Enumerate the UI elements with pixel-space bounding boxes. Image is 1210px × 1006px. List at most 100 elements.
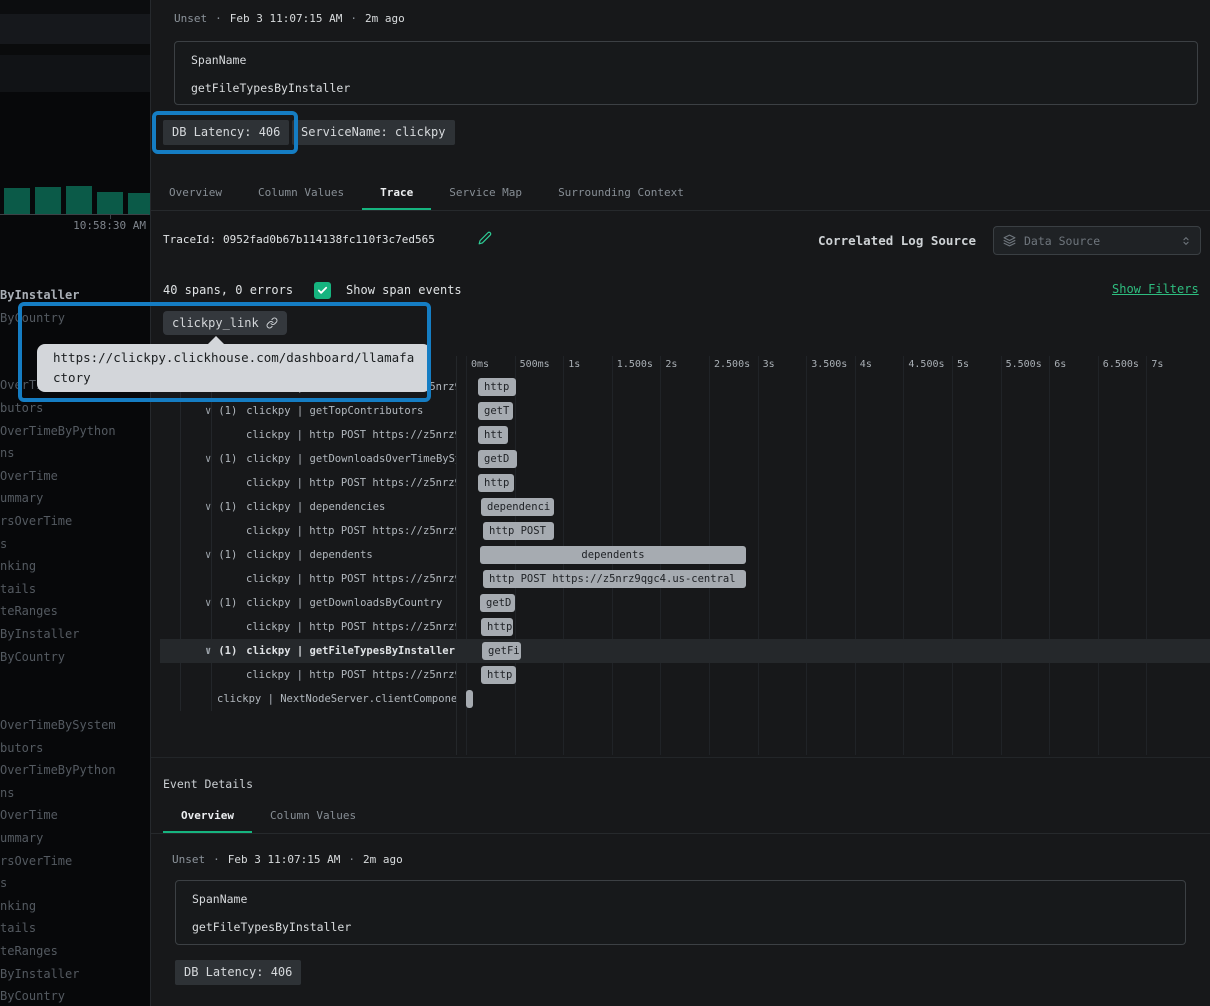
span-duration-bar[interactable]: getT: [478, 402, 513, 420]
data-source-select[interactable]: Data Source: [993, 226, 1201, 255]
sidebar-item[interactable]: rsOverTime: [0, 854, 150, 869]
span-child-count: (1): [218, 453, 237, 465]
event-tab-overview[interactable]: Overview: [163, 800, 252, 833]
service-name-badge[interactable]: ServiceName: clickpy: [292, 120, 455, 145]
chevron-down-icon[interactable]: ∨: [205, 645, 211, 657]
select-chevrons-icon: [1181, 234, 1191, 248]
span-duration-bar[interactable]: [466, 690, 473, 708]
sidebar-item[interactable]: teRanges: [0, 604, 150, 619]
sidebar-item[interactable]: nking: [0, 559, 150, 574]
sidebar-item[interactable]: butors: [0, 741, 150, 756]
sidebar-item[interactable]: OverTimeByPython: [0, 763, 150, 778]
section-divider: [151, 757, 1210, 758]
trace-span-row[interactable]: clickpy | http POST https://z5nrz9qgc4.u…: [160, 471, 456, 495]
sidebar-item[interactable]: ByCountry: [0, 989, 150, 1004]
sidebar-item[interactable]: tails: [0, 582, 150, 597]
grid-line: [1098, 356, 1099, 755]
span-duration-bar[interactable]: htt: [478, 426, 508, 444]
sidebar-item[interactable]: OverTimeByPython: [0, 424, 150, 439]
span-duration-bar[interactable]: http POST: [483, 522, 554, 540]
span-controls-row: 40 spans, 0 errors Show span events: [163, 281, 462, 299]
histogram-axis-line: [0, 214, 149, 215]
span-duration-bar[interactable]: getD: [478, 450, 517, 468]
trace-span-row[interactable]: ∨(1)clickpy | dependents: [160, 543, 456, 567]
sidebar-item[interactable]: ns: [0, 446, 150, 461]
trace-span-row[interactable]: ∨(1)clickpy | dependencies: [160, 495, 456, 519]
tab-overview[interactable]: Overview: [151, 177, 240, 210]
trace-id-value: 0952fad0b67b114138fc110f3c7ed565: [223, 233, 435, 246]
edit-pencil-icon[interactable]: [478, 231, 492, 245]
sidebar-item[interactable]: ummary: [0, 491, 150, 506]
span-duration-bar[interactable]: dependents: [480, 546, 746, 564]
sidebar-item[interactable]: ByInstaller: [0, 967, 150, 982]
tab-surrounding-context[interactable]: Surrounding Context: [540, 177, 702, 210]
span-duration-bar[interactable]: http: [478, 474, 514, 492]
background-sidebar: 10:58:30 AM ByInstallerByCountryOverTime…: [0, 0, 150, 1006]
sidebar-item[interactable]: teRanges: [0, 944, 150, 959]
axis-tick-label: 500ms: [520, 359, 550, 370]
span-duration-bar[interactable]: dependenci: [481, 498, 554, 516]
trace-span-row[interactable]: ∨(1)clickpy | getDownloadsOverTimeBySyst…: [160, 447, 456, 471]
chevron-down-icon[interactable]: ∨: [205, 597, 211, 609]
sidebar-item[interactable]: nking: [0, 899, 150, 914]
clickpy-link-label: clickpy_link: [172, 316, 259, 330]
clickpy-link-chip[interactable]: clickpy_link: [163, 311, 287, 335]
sidebar-item[interactable]: OverTime: [0, 808, 150, 823]
tab-column-values[interactable]: Column Values: [240, 177, 362, 210]
sidebar-item[interactable]: butors: [0, 401, 150, 416]
trace-span-row[interactable]: ∨(1)clickpy | getDownloadsByCountry: [160, 591, 456, 615]
trace-span-row[interactable]: ∨(1)clickpy | getTopContributors: [160, 399, 456, 423]
chevron-down-icon[interactable]: ∨: [205, 405, 211, 417]
sidebar-item[interactable]: ByCountry: [0, 311, 150, 326]
sidebar-item[interactable]: OverTimeBySystem: [0, 718, 150, 733]
span-child-count: (1): [218, 597, 237, 609]
chevron-down-icon[interactable]: ∨: [205, 549, 211, 561]
axis-tick-label: 4.500s: [908, 359, 944, 370]
sidebar-item[interactable]: ByInstaller: [0, 288, 150, 303]
sidebar-top-band-2: [0, 14, 150, 44]
event-timestamp-row: Unset · Feb 3 11:07:15 AM · 2m ago: [174, 12, 405, 25]
grid-line: [1001, 356, 1002, 755]
trace-span-row[interactable]: clickpy | NextNodeServer.clientCompone: [160, 687, 456, 711]
trace-span-row[interactable]: clickpy | http POST https://z5nrz9qgc4.u…: [160, 663, 456, 687]
trace-span-row[interactable]: clickpy | http POST https://z5nrz9qgc4.u…: [160, 519, 456, 543]
sidebar-item[interactable]: rsOverTime: [0, 514, 150, 529]
sidebar-item[interactable]: tails: [0, 921, 150, 936]
span-label: clickpy | http POST https://z5nrz9qgc4.u…: [246, 669, 456, 681]
sidebar-item[interactable]: ns: [0, 786, 150, 801]
sidebar-item[interactable]: s: [0, 876, 150, 891]
db-latency-badge-bottom[interactable]: DB Latency: 406: [175, 960, 301, 985]
trace-span-row[interactable]: clickpy | http POST https://z5nrz9qgc4.u…: [160, 567, 456, 591]
span-child-count: (1): [218, 405, 237, 417]
span-child-count: (1): [218, 501, 237, 513]
span-duration-bar[interactable]: http: [481, 666, 516, 684]
span-duration-bar[interactable]: http: [478, 378, 516, 396]
sidebar-item[interactable]: ByInstaller: [0, 627, 150, 642]
sidebar-item[interactable]: ByCountry: [0, 650, 150, 665]
axis-tick-label: 1.500s: [617, 359, 653, 370]
chevron-down-icon[interactable]: ∨: [205, 501, 211, 513]
chevron-down-icon[interactable]: ∨: [205, 453, 211, 465]
span-duration-bar[interactable]: http POST https://z5nrz9qgc4.us-central: [483, 570, 746, 588]
tab-trace[interactable]: Trace: [362, 177, 431, 210]
show-span-events-label[interactable]: Show span events: [346, 283, 462, 297]
sidebar-top-band-4: [0, 55, 150, 92]
axis-tick-label: 6.500s: [1103, 359, 1139, 370]
db-latency-badge[interactable]: DB Latency: 406: [163, 120, 289, 145]
sidebar-item[interactable]: s: [0, 537, 150, 552]
show-filters-link[interactable]: Show Filters: [1112, 282, 1199, 296]
span-duration-bar[interactable]: getD: [480, 594, 515, 612]
show-span-events-checkbox[interactable]: [314, 282, 331, 299]
sidebar-item[interactable]: OverTime: [0, 469, 150, 484]
trace-span-row[interactable]: ∨(1)clickpy | getFileTypesByInstaller: [160, 639, 456, 663]
grid-line: [1049, 356, 1050, 755]
trace-span-row[interactable]: clickpy | http POST https://z5nrz9qgc4.u…: [160, 423, 456, 447]
sidebar-item[interactable]: ummary: [0, 831, 150, 846]
span-name-label: SpanName: [192, 892, 1169, 906]
trace-span-row[interactable]: clickpy | http POST https://z5nrz9qgc4.u…: [160, 615, 456, 639]
event-tab-column-values[interactable]: Column Values: [252, 800, 374, 833]
span-duration-bar[interactable]: http: [481, 618, 513, 636]
span-duration-bar[interactable]: getFi: [482, 642, 521, 660]
tab-service-map[interactable]: Service Map: [431, 177, 540, 210]
grid-line: [952, 356, 953, 755]
